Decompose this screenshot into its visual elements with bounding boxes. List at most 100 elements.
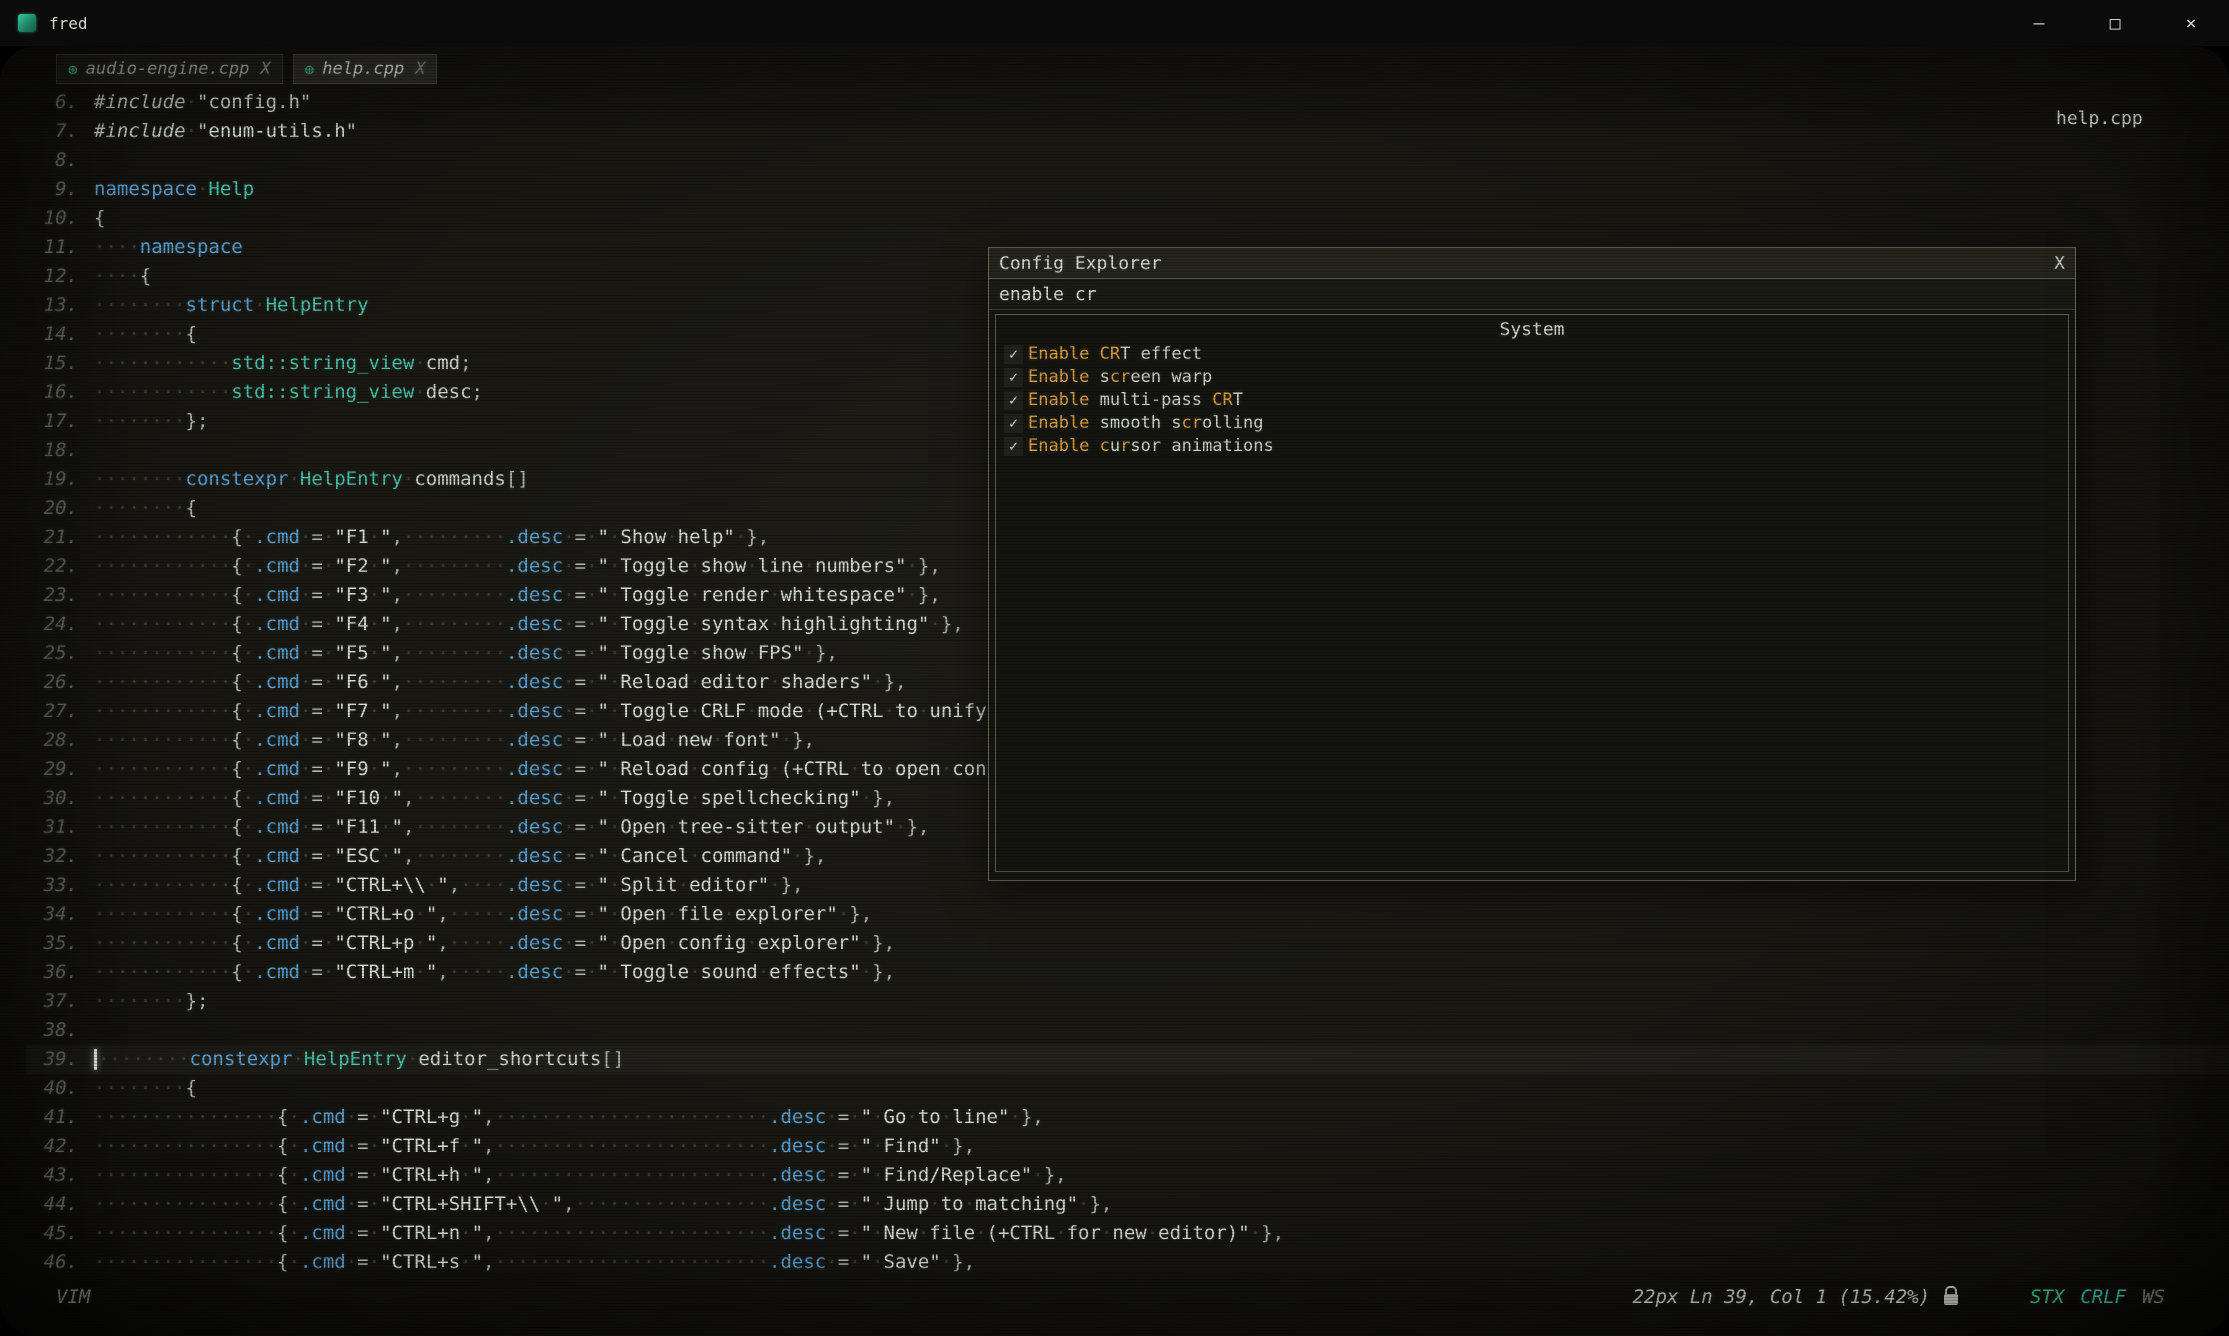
line-content: ····{ xyxy=(94,262,151,291)
line-content: ············{·.cmd·=·"F7·",·········.des… xyxy=(94,697,1044,726)
code-line[interactable]: 39.········constexpr·HelpEntry·editor_sh… xyxy=(26,1045,2229,1074)
line-content: ············{·.cmd·=·"F8·",·········.des… xyxy=(94,726,815,755)
line-number: 22. xyxy=(26,552,78,581)
config-item[interactable]: ✓ Enable screen warp xyxy=(996,366,2068,389)
line-number: 26. xyxy=(26,668,78,697)
code-line[interactable]: 45.················{·.cmd·=·"CTRL+n·",··… xyxy=(26,1219,2229,1248)
line-content: ············{·.cmd·=·"F6·",·········.des… xyxy=(94,668,906,697)
window-titlebar: fred — □ × xyxy=(0,0,2229,46)
line-content: ················{·.cmd·=·"CTRL+h·",·····… xyxy=(94,1161,1067,1190)
line-number: 37. xyxy=(26,987,78,1016)
line-content: ············{·.cmd·=·"F4·",·········.des… xyxy=(94,610,964,639)
line-number: 24. xyxy=(26,610,78,639)
line-number: 18. xyxy=(26,436,78,465)
checkbox-checked-icon[interactable]: ✓ xyxy=(1004,345,1023,364)
tab-bar: ⊕audio-engine.cppX⊕help.cppX xyxy=(56,54,437,84)
code-line[interactable]: 42.················{·.cmd·=·"CTRL+f·",··… xyxy=(26,1132,2229,1161)
code-line[interactable]: 46.················{·.cmd·=·"CTRL+s·",··… xyxy=(26,1248,2229,1277)
cursor-position-info: 22px Ln 39, Col 1 (15.42%) xyxy=(1633,1286,1930,1308)
line-number: 23. xyxy=(26,581,78,610)
line-number: 9. xyxy=(26,175,78,204)
minimize-button[interactable]: — xyxy=(2027,13,2051,34)
close-button[interactable]: × xyxy=(2179,13,2203,34)
line-content: ············{·.cmd·=·"F1·",·········.des… xyxy=(94,523,769,552)
line-content: ················{·.cmd·=·"CTRL+SHIFT+\\·… xyxy=(94,1190,1112,1219)
line-number: 19. xyxy=(26,465,78,494)
checkbox-checked-icon[interactable]: ✓ xyxy=(1004,391,1023,410)
tab-help.cpp[interactable]: ⊕help.cppX xyxy=(293,54,438,84)
code-line[interactable]: 38. xyxy=(26,1016,2229,1045)
line-content: ············{·.cmd·=·"F3·",·········.des… xyxy=(94,581,941,610)
tab-close-button[interactable]: X xyxy=(260,59,270,79)
config-item[interactable]: ✓Enable cursor animations xyxy=(996,435,2068,458)
code-line[interactable]: 10.{ xyxy=(26,204,2229,233)
line-content: ············std::string_view·desc; xyxy=(94,378,483,407)
line-content: ········{ xyxy=(94,1074,197,1103)
line-number: 35. xyxy=(26,929,78,958)
line-content: ········{ xyxy=(94,494,197,523)
window-controls: — □ × xyxy=(2027,13,2211,34)
code-line[interactable]: 9. namespace·Help xyxy=(26,175,2229,204)
line-number: 33. xyxy=(26,871,78,900)
code-line[interactable]: 35.············{·.cmd·=·"CTRL+p·",·····.… xyxy=(26,929,2229,958)
line-number: 44. xyxy=(26,1190,78,1219)
config-item-label: Enable screen warp xyxy=(1028,366,1212,389)
line-content: ············{·.cmd·=·"CTRL+\\·",····.des… xyxy=(94,871,804,900)
code-line[interactable]: 44. ················{·.cmd·=·"CTRL+SHIFT+… xyxy=(26,1190,2229,1219)
config-list: System ✓Enable CRT effect✓Enable screen … xyxy=(995,314,2069,872)
code-line[interactable]: 40.········{ xyxy=(26,1074,2229,1103)
tab-audio-engine.cpp[interactable]: ⊕audio-engine.cppX xyxy=(56,54,283,84)
line-content: ············{·.cmd·=·"F11·",········.des… xyxy=(94,813,929,842)
line-number: 10. xyxy=(26,204,78,233)
line-number: 30. xyxy=(26,784,78,813)
line-number: 12. xyxy=(26,262,78,291)
line-number: 6. xyxy=(26,88,78,117)
config-item-label: Enable smooth scrolling xyxy=(1028,412,1263,435)
status-flag-ws[interactable]: WS xyxy=(2142,1286,2165,1308)
code-line[interactable]: 37.········}; xyxy=(26,987,2229,1016)
checkbox-checked-icon[interactable]: ✓ xyxy=(1004,414,1023,433)
popup-titlebar: Config Explorer X xyxy=(989,248,2075,279)
line-number: 16. xyxy=(26,378,78,407)
line-number: 11. xyxy=(26,233,78,262)
line-content: ····namespace xyxy=(94,233,243,262)
line-number: 20. xyxy=(26,494,78,523)
line-content: ············{·.cmd·=·"F2·",·········.des… xyxy=(94,552,941,581)
line-number: 32. xyxy=(26,842,78,871)
line-content: ················{·.cmd·=·"CTRL+n·",·····… xyxy=(94,1219,1284,1248)
line-number: 38. xyxy=(26,1016,78,1045)
status-flag-crlf[interactable]: CRLF xyxy=(2080,1286,2126,1308)
line-number: 41. xyxy=(26,1103,78,1132)
status-flags: STX CRLF WS xyxy=(2030,1286,2165,1308)
line-number: 15. xyxy=(26,349,78,378)
line-number: 34. xyxy=(26,900,78,929)
line-number: 39. xyxy=(26,1045,78,1074)
line-number: 43. xyxy=(26,1161,78,1190)
popup-close-button[interactable]: X xyxy=(2054,253,2065,274)
code-line[interactable]: 43. ················{·.cmd·=·"CTRL+h·",··… xyxy=(26,1161,2229,1190)
status-flag-stx[interactable]: STX xyxy=(2030,1286,2064,1308)
line-content: ············std::string_view·cmd; xyxy=(94,349,472,378)
code-line[interactable]: 34.············{·.cmd·=·"CTRL+o·",·····.… xyxy=(26,900,2229,929)
line-content: namespace·Help xyxy=(94,175,254,204)
line-number: 14. xyxy=(26,320,78,349)
config-item[interactable]: ✓Enable CRT effect xyxy=(996,343,2068,366)
code-line[interactable]: 6. #include·"config.h" xyxy=(26,88,2229,117)
code-line[interactable]: 8. xyxy=(26,146,2229,175)
line-number: 27. xyxy=(26,697,78,726)
code-line[interactable]: 36.············{·.cmd·=·"CTRL+m·",·····.… xyxy=(26,958,2229,987)
checkbox-checked-icon[interactable]: ✓ xyxy=(1004,368,1023,387)
config-search-input[interactable]: enable cr xyxy=(989,279,2075,310)
checkbox-checked-icon[interactable]: ✓ xyxy=(1004,437,1023,456)
code-line[interactable]: 7.#include·"enum-utils.h" xyxy=(26,117,2229,146)
code-line[interactable]: 41.················{·.cmd·=·"CTRL+g·",··… xyxy=(26,1103,2229,1132)
config-item[interactable]: ✓ Enable smooth scrolling xyxy=(996,412,2068,435)
line-content: #include·"config.h" xyxy=(94,88,311,117)
tab-label: help.cpp xyxy=(322,59,404,79)
tab-close-button[interactable]: X xyxy=(415,59,425,79)
window-title: fred xyxy=(49,14,88,33)
line-content: ············{·.cmd·=·"F9·",·········.des… xyxy=(94,755,1078,784)
maximize-button[interactable]: □ xyxy=(2103,13,2127,34)
config-item[interactable]: ✓Enable multi-pass CRT xyxy=(996,389,2068,412)
tab-label: audio-engine.cpp xyxy=(86,59,250,79)
